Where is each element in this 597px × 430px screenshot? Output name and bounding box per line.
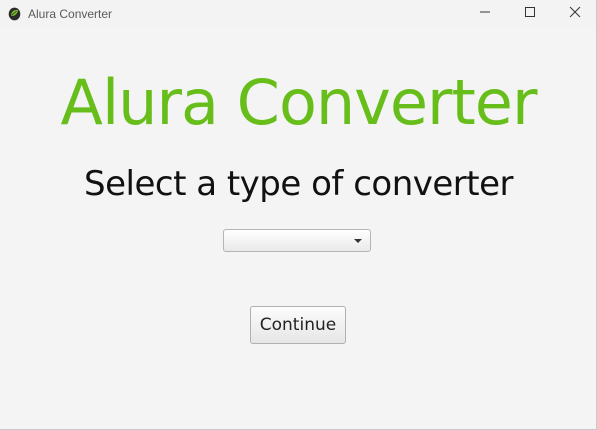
close-icon: [569, 5, 581, 23]
close-button[interactable]: [552, 0, 597, 28]
continue-button[interactable]: Continue: [250, 306, 346, 344]
converter-type-select[interactable]: [223, 229, 371, 252]
app-window: Alura Converter Alura Converter Select a…: [0, 0, 597, 430]
minimize-button[interactable]: [462, 0, 508, 28]
converter-prompt: Select a type of converter: [84, 164, 513, 204]
title-bar[interactable]: Alura Converter: [0, 0, 596, 28]
app-heading: Alura Converter: [60, 66, 538, 139]
window-title: Alura Converter: [28, 7, 113, 21]
app-logo-icon: [8, 7, 21, 21]
maximize-button[interactable]: [507, 0, 553, 28]
dropdown-arrow-icon: [354, 239, 362, 243]
minimize-icon: [479, 5, 491, 23]
maximize-icon: [524, 5, 536, 23]
